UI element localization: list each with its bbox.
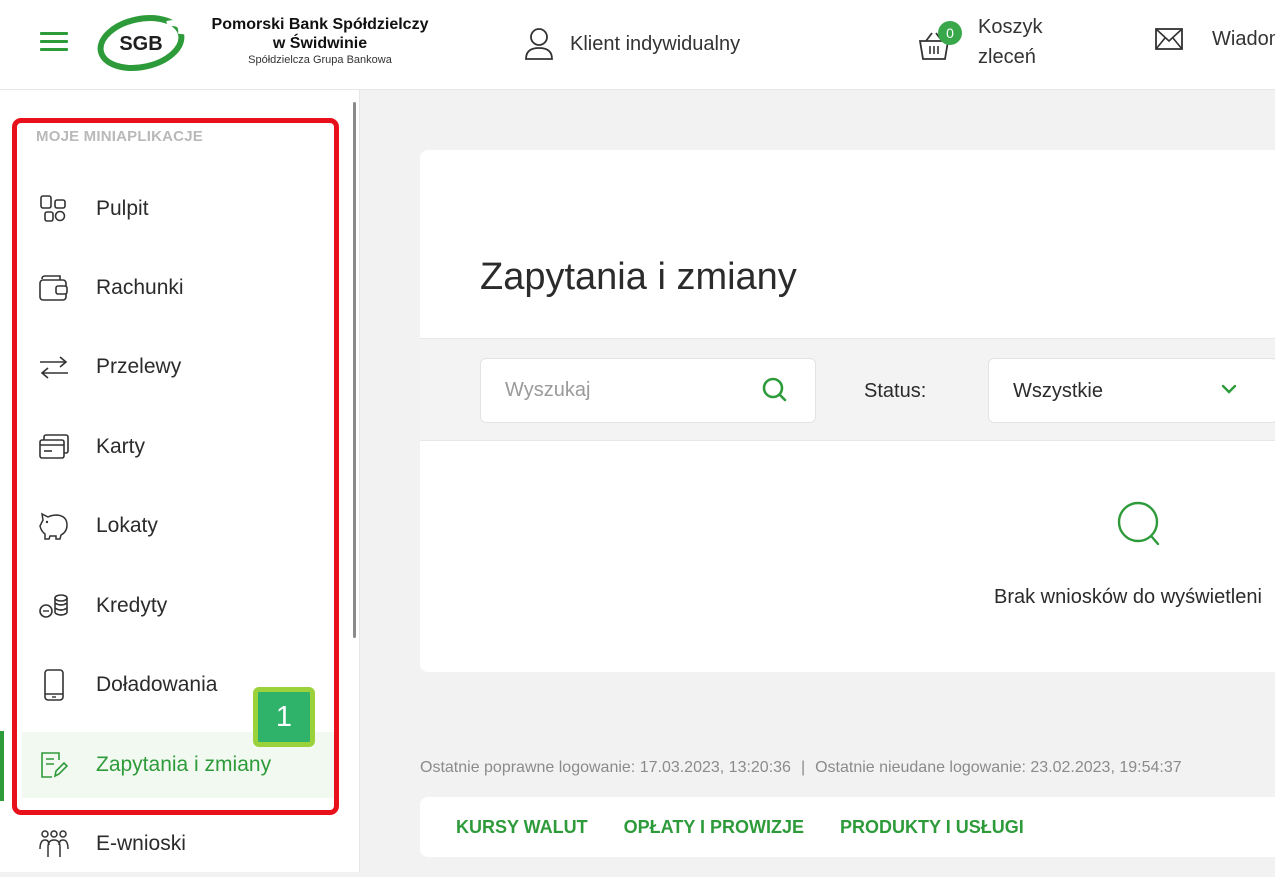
- hamburger-menu-icon[interactable]: [40, 32, 68, 52]
- sidebar-item-label: Rachunki: [96, 276, 184, 299]
- people-icon: [38, 828, 70, 860]
- logo-text: SGB: [119, 33, 162, 55]
- footer-links: KURSY WALUT OPŁATY I PROWIZJE PRODUKTY I…: [420, 797, 1275, 857]
- empty-state-message: Brak wniosków do wyświetleni: [994, 586, 1262, 608]
- phone-icon: [38, 669, 70, 701]
- transfer-arrows-icon: [38, 351, 70, 383]
- status-label: Status:: [864, 380, 927, 402]
- piggy-bank-icon: [38, 510, 70, 542]
- wallet-icon: [38, 272, 70, 304]
- sidebar-item-label: Przelewy: [96, 355, 182, 378]
- dashboard-icon: [38, 193, 70, 225]
- messages-label: Wiadom: [1212, 27, 1275, 50]
- top-header: SGB Pomorski Bank Spółdzielczy w Świdwin…: [0, 0, 1275, 90]
- basket-count-badge: 0: [938, 21, 962, 45]
- status-dropdown[interactable]: Wszystkie: [988, 358, 1275, 423]
- user-icon: [525, 28, 553, 60]
- basket-icon: 0: [916, 21, 962, 67]
- bank-name: Pomorski Bank Spółdzielczy w Świdwinie S…: [200, 15, 440, 68]
- sidebar-item-pulpit[interactable]: Pulpit: [0, 176, 334, 242]
- sgb-logo[interactable]: SGB: [97, 14, 185, 72]
- filter-bar: Status: Wszystkie: [420, 338, 1275, 441]
- login-info: Ostatnie poprawne logowanie: 17.03.2023,…: [420, 759, 1182, 777]
- edit-document-icon: [38, 749, 70, 781]
- products-services-link[interactable]: PRODUKTY I USŁUGI: [840, 817, 1024, 838]
- sidebar-item-label: E-wnioski: [96, 832, 186, 855]
- page-title: Zapytania i zmiany: [480, 256, 797, 298]
- order-basket[interactable]: 0 Koszyk zleceń: [916, 12, 1042, 72]
- active-item-indicator: [0, 731, 4, 801]
- sidebar-item-label: Lokaty: [96, 514, 158, 537]
- sidebar-item-karty[interactable]: Karty: [0, 414, 334, 480]
- fees-commissions-link[interactable]: OPŁATY I PROWIZJE: [624, 817, 804, 838]
- status-selected-value: Wszystkie: [1013, 380, 1103, 402]
- sidebar-section-title: MOJE MINIAPLIKACJE: [36, 128, 203, 145]
- step-number-badge: 1: [253, 687, 315, 747]
- sidebar-item-label: Pulpit: [96, 197, 149, 220]
- chevron-down-icon: [1221, 384, 1237, 394]
- sidebar-item-label: Doładowania: [96, 673, 218, 696]
- main-card: Zapytania i zmiany Status: Wszystkie Bra…: [420, 150, 1275, 672]
- sidebar-item-label: Karty: [96, 435, 146, 458]
- messages-link[interactable]: Wiadom: [1154, 26, 1275, 52]
- sidebar-item-kredyty[interactable]: Kredyty: [0, 573, 334, 639]
- cards-icon: [38, 431, 70, 463]
- client-selector[interactable]: Klient indywidualny: [524, 24, 740, 64]
- client-label: Klient indywidualny: [570, 32, 741, 55]
- last-login-text: Ostatnie poprawne logowanie: 17.03.2023,…: [420, 759, 791, 776]
- empty-search-icon: [1117, 501, 1160, 546]
- bank-name-line2: w Świdwinie: [272, 35, 368, 52]
- sidebar-item-label: Kredyty: [96, 594, 168, 617]
- bank-name-line1: Pomorski Bank Spółdzielczy: [211, 16, 429, 33]
- search-input[interactable]: [481, 359, 751, 422]
- basket-label-line1: Koszyk: [978, 16, 1043, 38]
- sidebar-scrollbar[interactable]: [353, 102, 356, 638]
- basket-label-line2: zleceń: [978, 46, 1036, 68]
- bank-name-line3: Spółdzielcza Grupa Bankowa: [248, 54, 392, 66]
- sidebar-item-przelewy[interactable]: Przelewy: [0, 334, 334, 400]
- sidebar: MOJE MINIAPLIKACJE Pulpit Rachunki Przel…: [0, 90, 360, 872]
- sidebar-item-lokaty[interactable]: Lokaty: [0, 493, 334, 559]
- coins-icon: [38, 590, 70, 622]
- envelope-icon: [1155, 28, 1183, 50]
- sidebar-item-rachunki[interactable]: Rachunki: [0, 255, 334, 321]
- search-box: [480, 358, 816, 423]
- search-icon[interactable]: [761, 376, 789, 404]
- last-failed-login-text: Ostatnie nieudane logowanie: 23.02.2023,…: [815, 759, 1182, 776]
- basket-label: Koszyk zleceń: [978, 12, 1042, 72]
- sidebar-item-label: Zapytania i zmiany: [96, 753, 272, 776]
- exchange-rates-link[interactable]: KURSY WALUT: [456, 817, 588, 838]
- login-separator: |: [800, 759, 806, 776]
- sidebar-item-e-wnioski[interactable]: E-wnioski: [0, 811, 334, 877]
